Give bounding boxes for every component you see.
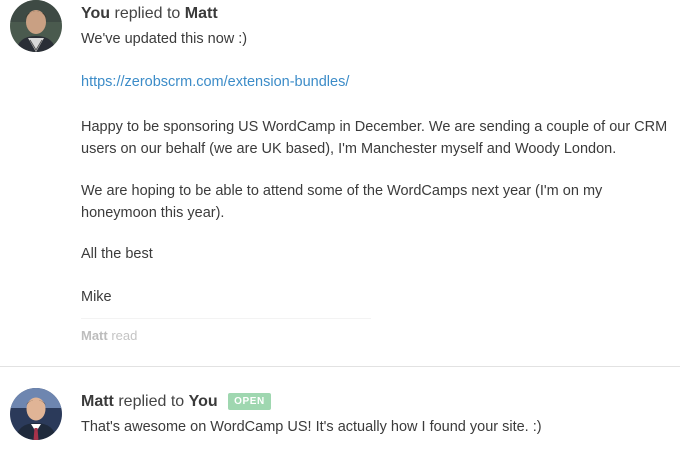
author-name[interactable]: You — [81, 5, 110, 22]
action-text: replied to — [118, 393, 185, 410]
read-receipt-name: Matt — [81, 328, 108, 343]
avatar-you[interactable] — [10, 0, 62, 52]
paragraph-hoping: We are hoping to be able to attend some … — [81, 180, 671, 224]
paragraph-text: Happy to be sponsoring US WordCamp in De… — [81, 119, 668, 157]
message-body: That's awesome on WordCamp US! It's actu… — [81, 416, 671, 438]
reply-text: That's awesome on WordCamp US! It's actu… — [81, 419, 542, 435]
author-name[interactable]: Matt — [81, 393, 114, 410]
recipient-name[interactable]: Matt — [185, 5, 218, 22]
avatar-matt[interactable] — [10, 388, 62, 440]
read-receipt-label: read — [111, 328, 138, 343]
greeting-text: We've updated this now :) — [81, 31, 248, 47]
recipient-name[interactable]: You — [189, 393, 218, 410]
action-text: replied to — [114, 5, 181, 22]
message-header: You replied to Matt — [81, 4, 218, 24]
status-badge: OPEN — [228, 393, 271, 410]
message-1: You replied to Matt We've updated this n… — [0, 0, 680, 366]
paragraph-text: All the best — [81, 246, 153, 262]
body-divider — [81, 318, 371, 319]
message-header: Matt replied to You OPEN — [81, 392, 271, 412]
read-receipt: Matt read — [81, 327, 137, 345]
signoff-text: All the best — [81, 243, 671, 265]
signature-text: Mike — [81, 286, 671, 308]
message-2 — [0, 368, 680, 457]
message-link-row: https://zerobscrm.com/extension-bundles/ — [81, 71, 671, 93]
user-photo-icon — [10, 0, 62, 52]
paragraph-text: We are hoping to be able to attend some … — [81, 183, 603, 221]
message-body: We've updated this now :) — [81, 28, 671, 50]
paragraph-sponsoring: Happy to be sponsoring US WordCamp in De… — [81, 116, 671, 160]
extension-bundles-link[interactable]: https://zerobscrm.com/extension-bundles/ — [81, 74, 349, 90]
user-photo-icon — [10, 388, 62, 440]
paragraph-text: Mike — [81, 289, 112, 305]
message-divider — [0, 366, 680, 367]
